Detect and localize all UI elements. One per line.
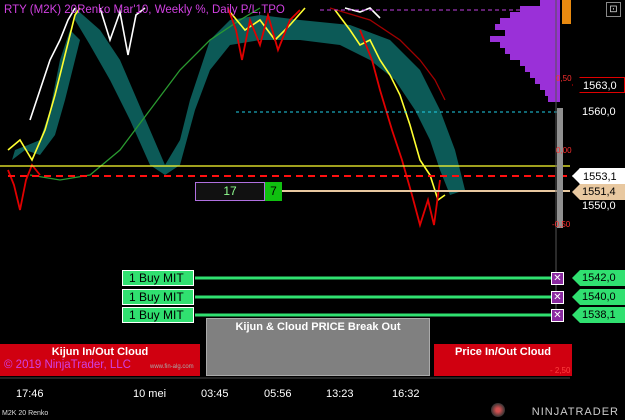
ninjatrader-logo-icon (491, 403, 505, 417)
buy-price-tag-2: 1540,0 (572, 289, 625, 305)
time-tick: 16:32 (392, 388, 420, 400)
tpo-gray-blocks (557, 108, 563, 228)
brand-name: NINJATRADER (531, 406, 619, 418)
scroll-handle[interactable] (562, 0, 571, 24)
pct-label: 0,00 (556, 146, 572, 155)
order-value-box[interactable]: 17 (195, 182, 265, 201)
cancel-order-icon[interactable]: ✕ (551, 272, 564, 285)
order-quantity[interactable]: 7 (265, 182, 282, 201)
watermark-text: www.fin-alg.com (150, 364, 194, 370)
buy-mit-order-3[interactable]: 1 Buy MIT (122, 307, 194, 323)
price-tag-1560: 1560,0 (582, 106, 616, 118)
ichimoku-cloud-left (12, 30, 80, 160)
price-tag-1563: 1563,0 (572, 77, 625, 93)
chart-title-bar: RTY (M2K) 20Renko Mar'10, Weekly %, Dail… (0, 0, 625, 24)
time-tick: 03:45 (201, 388, 229, 400)
pct-label: - 2,50 (550, 366, 571, 375)
chart-title: RTY (M2K) 20Renko Mar'10, Weekly %, Dail… (4, 4, 285, 16)
time-axis[interactable]: 17:46 10 mei 03:45 05:56 13:23 16:32 (0, 378, 570, 420)
ichimoku-cloud (75, 8, 465, 195)
panel-title: Kijun In/Out Cloud (51, 346, 149, 358)
series-name: M2K 20 Renko (2, 410, 49, 417)
cancel-order-icon[interactable]: ✕ (551, 291, 564, 304)
copyright-text: © 2019 NinjaTrader, LLC (4, 359, 131, 371)
pct-label: -0,50 (552, 220, 571, 229)
cancel-order-icon[interactable]: ✕ (551, 309, 564, 322)
time-tick: 13:23 (326, 388, 354, 400)
pct-label: 0,50 (556, 74, 572, 83)
buy-mit-order-2[interactable]: 1 Buy MIT (122, 289, 194, 305)
time-tick: 05:56 (264, 388, 292, 400)
buy-price-tag-1: 1542,0 (572, 270, 625, 286)
time-tick: 17:46 (16, 388, 44, 400)
panel-title: Price In/Out Cloud (455, 346, 551, 358)
close-icon[interactable]: ⊡ (606, 2, 621, 17)
buy-price-tag-3: 1538,1 (572, 307, 625, 323)
panel-title: Kijun & Cloud PRICE Break Out (235, 321, 401, 333)
time-tick: 10 mei (133, 388, 167, 400)
kijun-cloud-breakout-panel: Kijun & Cloud PRICE Break Out (206, 318, 430, 376)
price-tag-1553: 1553,1 (572, 168, 625, 184)
buy-mit-order-1[interactable]: 1 Buy MIT (122, 270, 194, 286)
price-tag-1550: 1550,0 (582, 200, 616, 212)
